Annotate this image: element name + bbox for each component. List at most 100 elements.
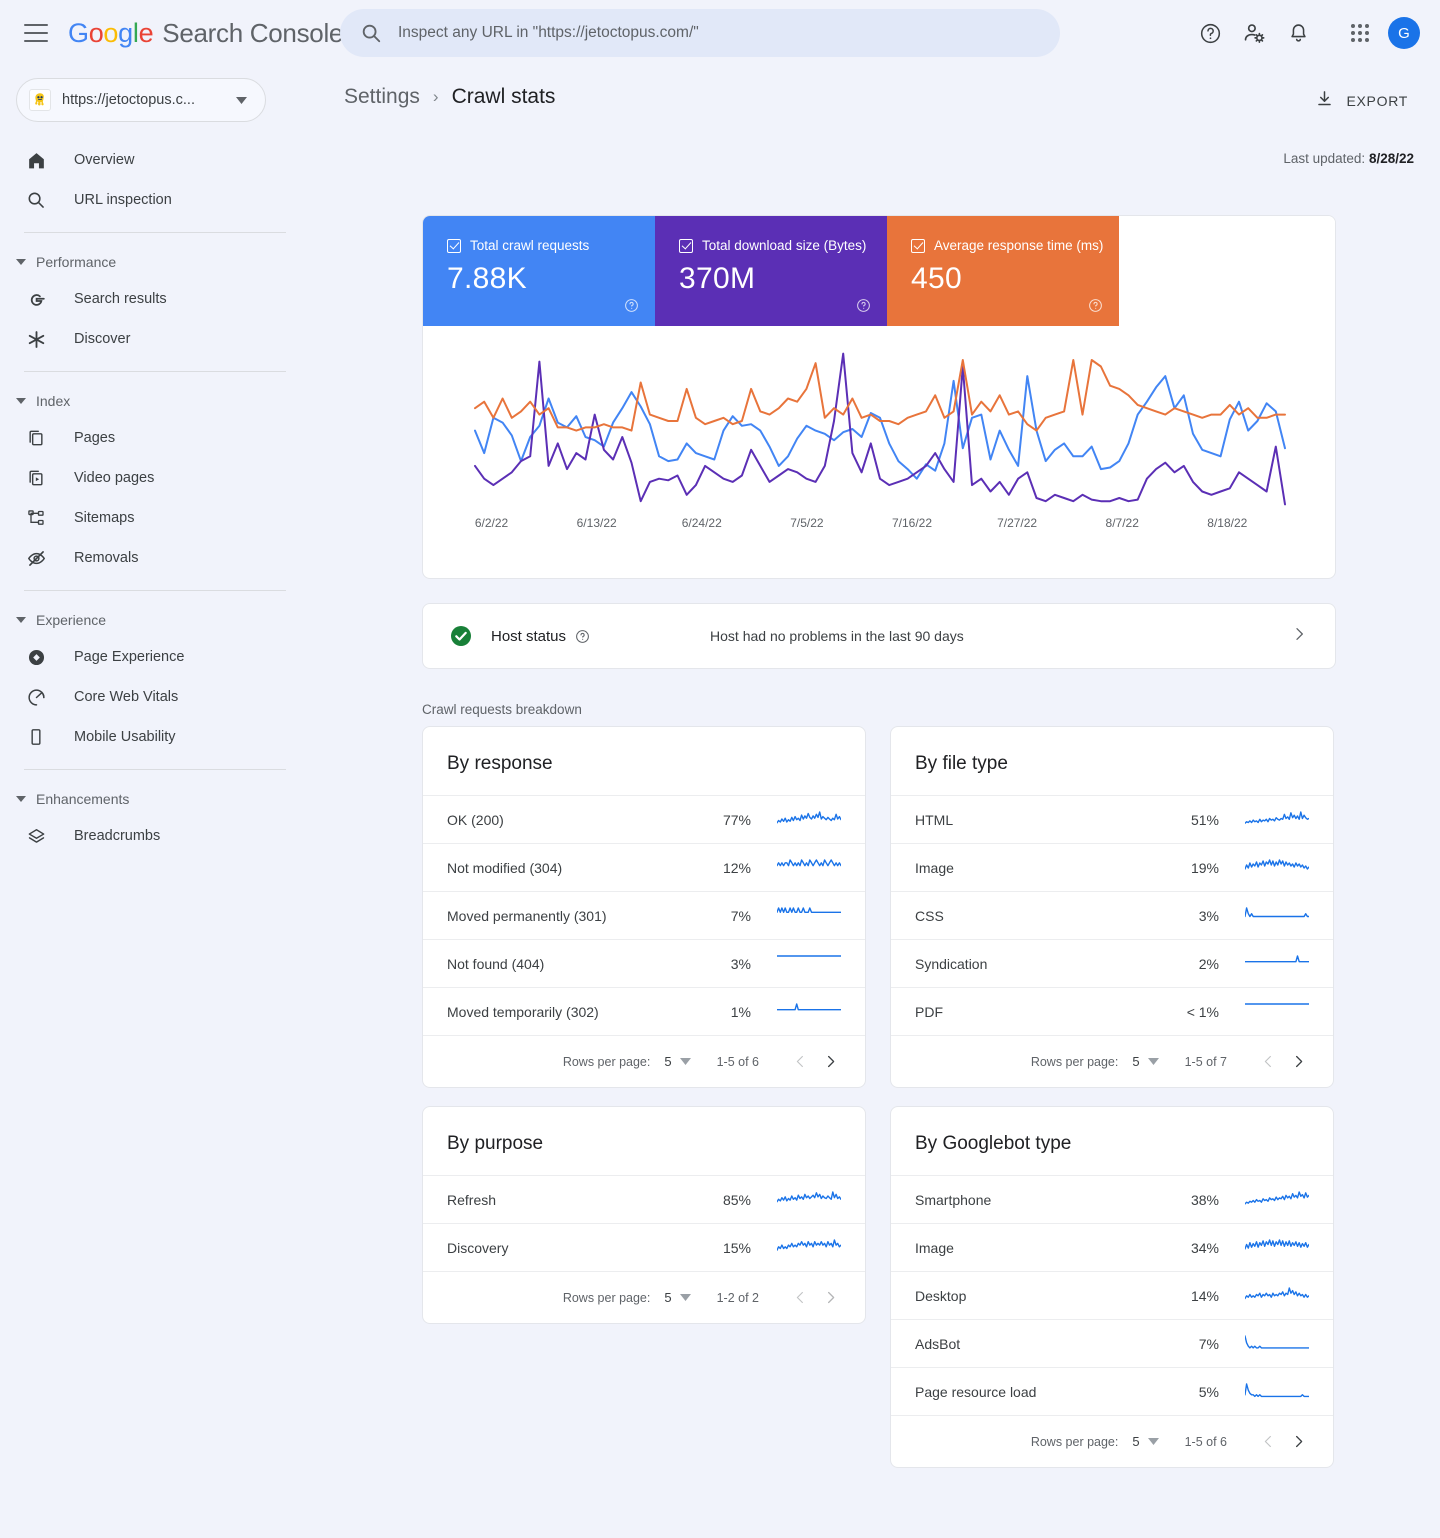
chevron-down-icon[interactable] (1147, 1058, 1159, 1065)
chevron-down-icon[interactable] (1147, 1438, 1159, 1445)
table-row[interactable]: Image 34% (891, 1223, 1333, 1271)
next-page-button[interactable] (815, 1047, 845, 1077)
divider (24, 769, 286, 770)
sidebar-item-page-experience[interactable]: Page Experience (0, 637, 310, 677)
discover-asterisk-icon (24, 327, 48, 351)
metric-total-crawl-requests[interactable]: Total crawl requests 7.88K (423, 216, 655, 326)
search-icon (360, 22, 382, 44)
sidebar-nav: Overview URL inspection Performance Sear… (0, 140, 310, 856)
row-percent: 14% (1190, 1287, 1219, 1304)
table-row[interactable]: Moved permanently (301) 7% (423, 891, 865, 939)
previous-page-button (785, 1047, 815, 1077)
sidebar-group-enhancements[interactable]: Enhancements (0, 782, 310, 816)
checkbox-icon[interactable] (447, 238, 461, 253)
sparkline (1245, 1190, 1309, 1205)
sparkline (1245, 1334, 1309, 1349)
sidebar-item-search-results[interactable]: Search results (0, 279, 310, 319)
pagination-range: 1-5 of 6 (1184, 1434, 1227, 1449)
help-icon[interactable] (1088, 298, 1103, 318)
metric-cards: Total crawl requests 7.88K Total downloa… (423, 216, 1335, 326)
breakdown-card-title: By response (447, 753, 553, 774)
sidebar-group-experience[interactable]: Experience (0, 603, 310, 637)
export-button[interactable]: EXPORT (1309, 84, 1414, 118)
help-icon[interactable] (575, 629, 590, 644)
metric-total-download-size[interactable]: Total download size (Bytes) 370M (655, 216, 887, 326)
rows-per-page-value[interactable]: 5 (664, 1290, 671, 1305)
sidebar-item-core-web-vitals[interactable]: Core Web Vitals (0, 677, 310, 717)
rows-per-page-value[interactable]: 5 (1132, 1054, 1139, 1069)
table-row[interactable]: AdsBot 7% (891, 1319, 1333, 1367)
checkbox-icon[interactable] (911, 238, 925, 253)
sparkline (1245, 810, 1309, 824)
table-row[interactable]: OK (200) 77% (423, 795, 865, 843)
row-percent: 19% (1190, 859, 1219, 876)
url-inspection-search[interactable] (340, 9, 1060, 57)
next-page-button[interactable] (1283, 1427, 1313, 1457)
menu-hamburger-icon[interactable] (24, 24, 48, 42)
rows-per-page-value[interactable]: 5 (664, 1054, 671, 1069)
apps-grid-icon[interactable] (1338, 11, 1382, 55)
table-row[interactable]: Moved temporarily (302) 1% (423, 987, 865, 1035)
table-row[interactable]: CSS 3% (891, 891, 1333, 939)
help-icon[interactable] (624, 298, 639, 318)
sidebar-group-index[interactable]: Index (0, 384, 310, 418)
table-row[interactable]: Syndication 2% (891, 939, 1333, 987)
sidebar-item-overview[interactable]: Overview (0, 140, 310, 180)
chevron-down-icon (16, 398, 26, 404)
sidebar-item-removals[interactable]: Removals (0, 538, 310, 578)
sidebar-item-url-inspection[interactable]: URL inspection (0, 180, 310, 220)
breakdown-card-title: By file type (915, 753, 1008, 774)
next-page-button[interactable] (1283, 1047, 1313, 1077)
table-row[interactable]: Discovery 15% (423, 1223, 865, 1271)
sidebar-item-sitemaps[interactable]: Sitemaps (0, 498, 310, 538)
table-row[interactable]: Page resource load 5% (891, 1367, 1333, 1415)
divider (24, 232, 286, 233)
table-row[interactable]: Not found (404) 3% (423, 939, 865, 987)
table-row[interactable]: HTML 51% (891, 795, 1333, 843)
breakdown-card-by-file-type: By file type HTML 51% Image 19% CSS 3% Syndicat… (890, 726, 1334, 1088)
sidebar-item-video-pages[interactable]: Video pages (0, 458, 310, 498)
sparkline (777, 810, 841, 824)
account-settings-icon[interactable] (1232, 11, 1276, 55)
previous-page-button (1253, 1047, 1283, 1077)
sidebar-item-mobile-usability[interactable]: Mobile Usability (0, 717, 310, 757)
breadcrumb-parent[interactable]: Settings (344, 85, 420, 109)
sidebar-item-breadcrumbs[interactable]: Breadcrumbs (0, 816, 310, 856)
table-row[interactable]: Not modified (304) 12% (423, 843, 865, 891)
sidebar-item-pages[interactable]: Pages (0, 418, 310, 458)
help-icon[interactable] (1188, 11, 1232, 55)
video-pages-icon (24, 466, 48, 490)
property-selector[interactable]: https://jetoctopus.c... (16, 78, 266, 122)
google-g-icon (24, 287, 48, 311)
search-input[interactable] (398, 24, 1038, 42)
notifications-icon[interactable] (1276, 11, 1320, 55)
divider (24, 590, 286, 591)
checkbox-icon[interactable] (679, 238, 693, 253)
host-status-message: Host had no problems in the last 90 days (710, 628, 964, 644)
chevron-down-icon[interactable] (679, 1294, 691, 1301)
sidebar-item-discover[interactable]: Discover (0, 319, 310, 359)
sidebar-item-label: Page Experience (74, 649, 185, 665)
host-status-row[interactable]: Host status Host had no problems in the … (422, 603, 1336, 669)
table-pagination: Rows per page: 5 1-5 of 6 (891, 1415, 1333, 1467)
chevron-down-icon[interactable] (679, 1058, 691, 1065)
sparkline (777, 1002, 841, 1010)
table-row[interactable]: Image 19% (891, 843, 1333, 891)
avatar[interactable]: G (1388, 17, 1420, 49)
sidebar-group-performance[interactable]: Performance (0, 245, 310, 279)
chevron-right-icon[interactable] (1291, 626, 1307, 647)
sidebar-item-label: Removals (74, 550, 139, 566)
rows-per-page-value[interactable]: 5 (1132, 1434, 1139, 1449)
search-icon (24, 188, 48, 212)
table-row[interactable]: Refresh 85% (423, 1175, 865, 1223)
table-row[interactable]: Desktop 14% (891, 1271, 1333, 1319)
table-row[interactable]: Smartphone 38% (891, 1175, 1333, 1223)
export-label: EXPORT (1346, 93, 1408, 109)
app-logo[interactable]: Google Search Console (68, 18, 343, 49)
chart-x-tick: 6/13/22 (576, 516, 617, 530)
chevron-down-icon (16, 617, 26, 623)
help-icon[interactable] (856, 298, 871, 318)
table-row[interactable]: PDF < 1% (891, 987, 1333, 1035)
sparkline (777, 1190, 841, 1202)
metric-average-response-time[interactable]: Average response time (ms) 450 (887, 216, 1119, 326)
